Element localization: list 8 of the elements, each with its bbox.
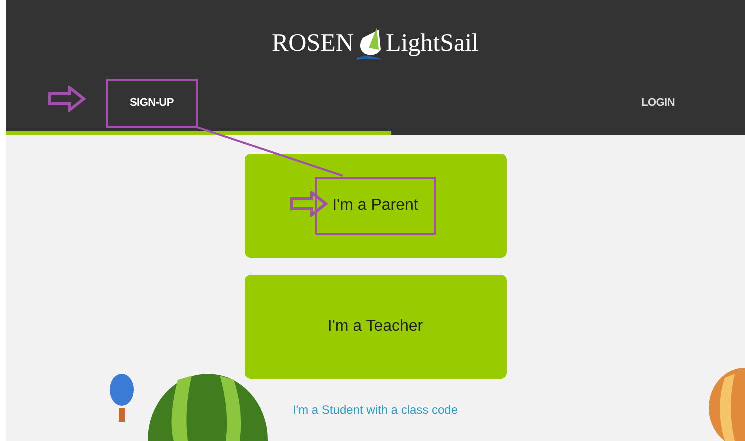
logo-text: ROSEN — [272, 29, 354, 60]
logo-text: LightSail — [386, 29, 480, 60]
arrow-icon — [290, 191, 328, 217]
role-button[interactable]: I'm a Parent — [244, 154, 506, 258]
arrow-icon — [48, 86, 86, 112]
tab[interactable]: LOGIN — [390, 80, 745, 135]
role-button[interactable]: I'm a Teacher — [244, 275, 506, 379]
tab[interactable]: SIGN-UP — [6, 80, 390, 135]
